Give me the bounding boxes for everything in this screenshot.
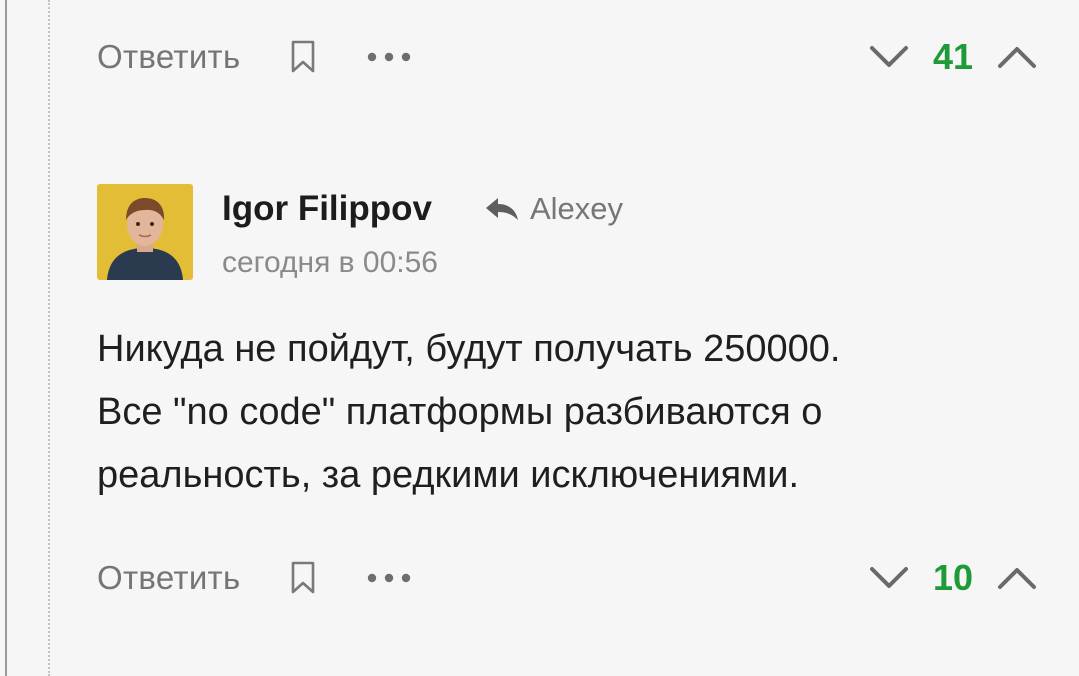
- reply-to-link[interactable]: Alexey: [484, 191, 623, 227]
- chevron-down-icon[interactable]: [867, 42, 911, 72]
- comment-actions: Ответить 10: [97, 553, 1039, 603]
- comment-text-line: Никуда не пойдут, будут получать 250000.: [97, 328, 841, 370]
- comment-timestamp: сегодня в 00:56: [222, 246, 438, 279]
- more-dots-icon[interactable]: [366, 47, 412, 67]
- bookmark-icon[interactable]: [288, 560, 318, 596]
- reply-button[interactable]: Ответить: [97, 38, 240, 76]
- avatar[interactable]: [97, 184, 193, 280]
- reply-arrow-icon: [484, 194, 520, 224]
- chevron-up-icon[interactable]: [995, 563, 1039, 593]
- reply-button[interactable]: Ответить: [97, 559, 240, 597]
- comment-meta-top: Igor Filippov Alexey: [222, 186, 623, 232]
- prev-comment-actions: Ответить 41: [97, 32, 1039, 82]
- chevron-down-icon[interactable]: [867, 563, 911, 593]
- author-name[interactable]: Igor Filippov: [222, 189, 432, 229]
- comments-page: Ответить 41 Igor Filippov Alexey сегодня…: [0, 0, 1079, 676]
- chevron-up-icon[interactable]: [995, 42, 1039, 72]
- vote-score: 10: [932, 557, 974, 598]
- thread-line: [5, 0, 7, 676]
- comment-header: Igor Filippov Alexey сегодня в 00:56: [97, 184, 623, 280]
- reply-to-name: Alexey: [529, 191, 624, 226]
- vote-score: 41: [932, 36, 974, 77]
- comment-text-line: реальность, за редкими исключениями.: [97, 454, 800, 496]
- thread-guide-dotted[interactable]: [48, 0, 50, 676]
- bookmark-icon[interactable]: [288, 39, 318, 75]
- comment-meta: Igor Filippov Alexey сегодня в 00:56: [222, 184, 623, 280]
- more-dots-icon[interactable]: [366, 568, 412, 588]
- comment-text: Никуда не пойдут, будут получать 250000.…: [97, 318, 1027, 507]
- comment-text-line: Все "no code" платформы разбиваются о: [97, 391, 823, 433]
